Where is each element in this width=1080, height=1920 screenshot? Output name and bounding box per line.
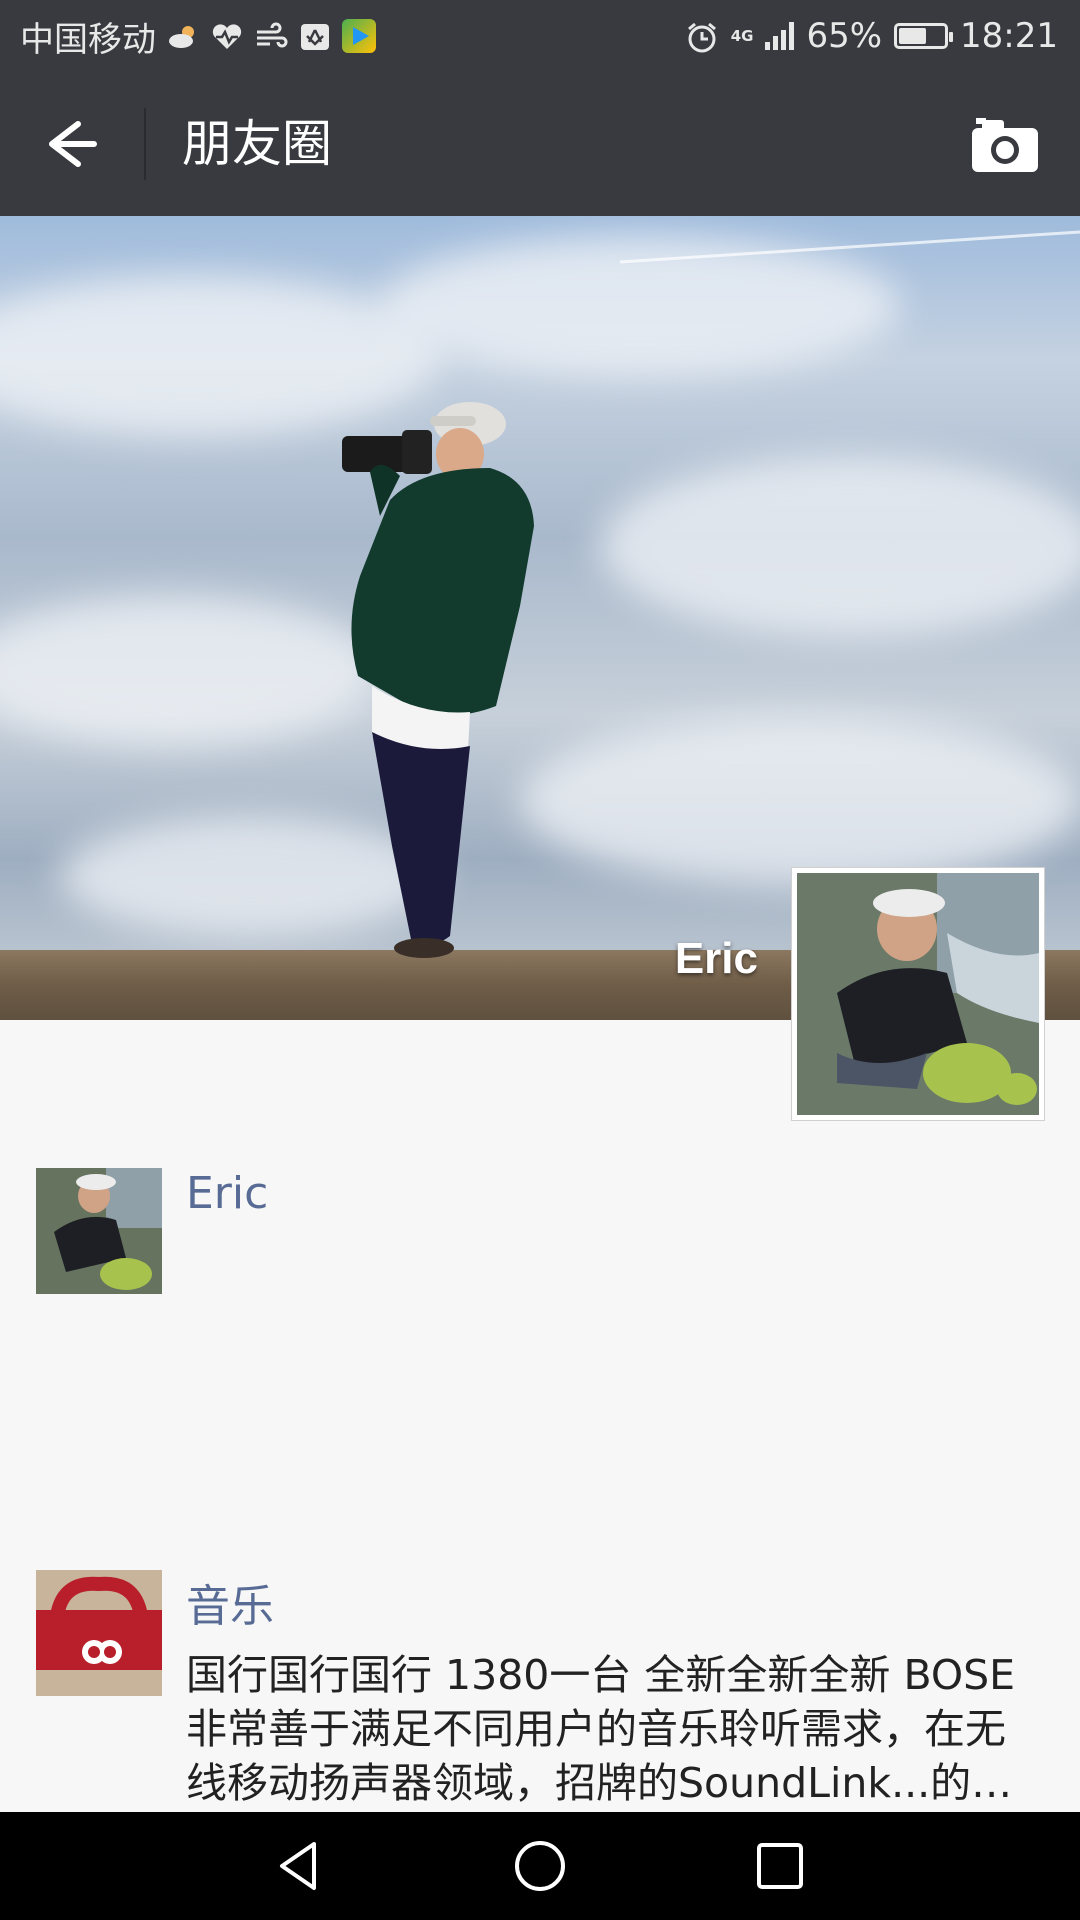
navigation-bar <box>0 1812 1080 1920</box>
feed-user-name[interactable]: 音乐 <box>186 1570 274 1634</box>
clock: 18:21 <box>960 16 1058 56</box>
status-bar: 中国移动 4G 65% 18:21 <box>0 0 1080 72</box>
feed-user-name[interactable]: Eric <box>186 1168 268 1219</box>
feed-avatar[interactable] <box>36 1168 162 1294</box>
weather-icon <box>166 21 200 51</box>
nav-back-icon <box>280 1842 316 1890</box>
back-button[interactable] <box>34 112 106 176</box>
nav-home-icon <box>515 1841 565 1891</box>
nav-back-button[interactable] <box>270 1836 330 1896</box>
heart-rate-icon <box>210 21 244 51</box>
battery-icon <box>894 23 954 49</box>
feed-item[interactable]: 音乐 国行国行国行 1380一台 全新全新全新 BOSE非常善于满足不同用户的音… <box>0 1570 1080 1830</box>
title-divider <box>144 108 146 180</box>
cover-user-name: Eric <box>674 934 758 983</box>
camera-button[interactable] <box>970 116 1040 174</box>
status-left: 中国移动 <box>20 0 376 72</box>
alarm-icon <box>685 21 719 53</box>
huawei-icon <box>298 21 332 51</box>
nav-recents-icon <box>757 1843 803 1889</box>
avatar-image <box>797 873 1039 1115</box>
signal-icon <box>765 22 795 50</box>
play-store-icon <box>342 19 376 53</box>
back-arrow-icon <box>49 121 97 167</box>
nav-home-button[interactable] <box>510 1836 570 1896</box>
nav-recents-button[interactable] <box>750 1836 810 1896</box>
camera-icon <box>972 118 1038 172</box>
status-right: 4G 65% 18:21 <box>685 0 1058 72</box>
feed-avatar[interactable] <box>36 1570 162 1696</box>
feed-post-text: 国行国行国行 1380一台 全新全新全新 BOSE非常善于满足不同用户的音乐聆听… <box>186 1651 1016 1807</box>
title-bar: 朋友圈 <box>0 72 1080 216</box>
battery-level-fill <box>899 28 927 44</box>
profile-avatar[interactable] <box>792 868 1044 1120</box>
battery-percent: 65% <box>806 16 883 56</box>
photographer-figure <box>342 402 534 958</box>
network-type: 4G <box>730 27 754 45</box>
wind-icon <box>254 21 288 51</box>
feed-item[interactable]: Eric <box>0 1168 1080 1388</box>
carrier-label: 中国移动 <box>20 19 156 60</box>
page-title: 朋友圈 <box>182 115 332 173</box>
